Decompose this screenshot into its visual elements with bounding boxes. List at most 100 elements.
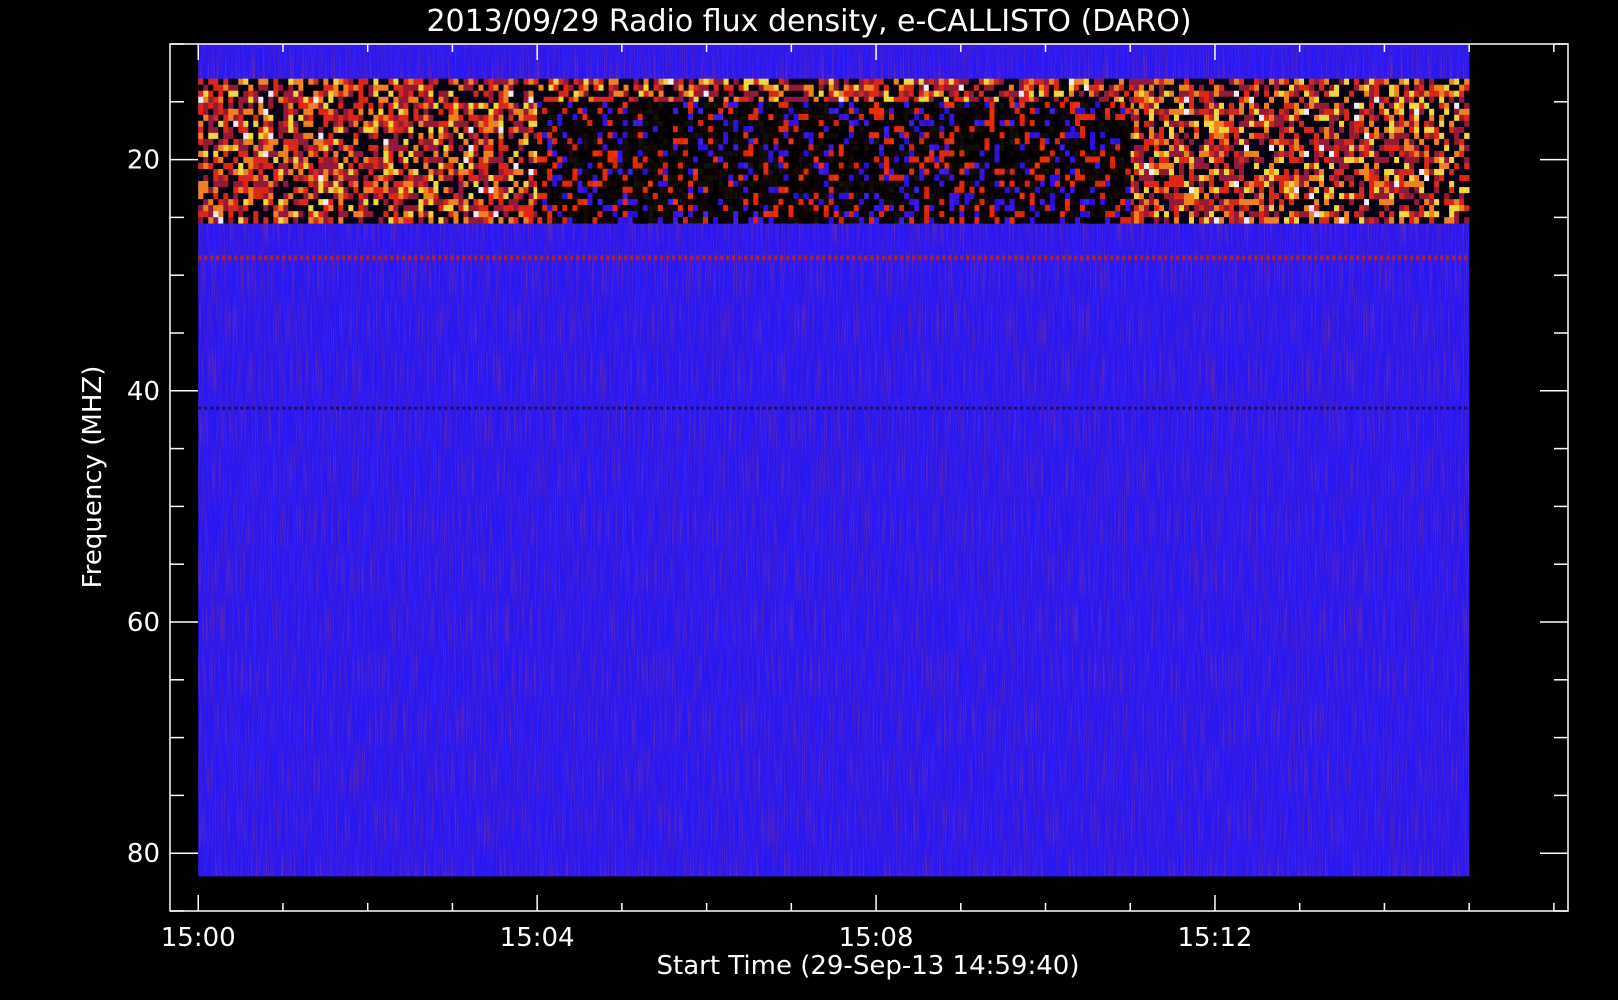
heatmap-cell: [228, 168, 234, 176]
heatmap-cell: [208, 156, 214, 164]
heatmap-cell: [453, 114, 459, 122]
heatmap-cell: [348, 84, 354, 92]
heatmap-cell: [1193, 114, 1200, 122]
heatmap-cell: [513, 181, 519, 188]
heatmap-cell: [203, 168, 209, 176]
heatmap-cell: [283, 217, 289, 224]
heatmap-cell: [248, 108, 254, 116]
heatmap-cell: [1163, 205, 1170, 212]
heatmap-cell: [728, 90, 735, 98]
heatmap-cell: [258, 211, 264, 218]
heatmap-cell: [293, 126, 299, 134]
heatmap-cell: [203, 205, 209, 212]
heatmap-cell: [313, 126, 319, 134]
heatmap-cell: [723, 84, 730, 92]
heatmap-cell: [1178, 84, 1185, 92]
heatmap-cell: [1218, 114, 1225, 122]
heatmap-cell: [1183, 175, 1190, 182]
heatmap-cell: [268, 205, 274, 212]
heatmap-cell: [513, 144, 519, 152]
heatmap-cell: [408, 84, 414, 92]
heatmap-cell: [513, 150, 519, 158]
heatmap-cell: [1178, 199, 1185, 206]
heatmap-cell: [313, 193, 319, 200]
heatmap-cell: [488, 205, 494, 212]
heatmap-cell: [268, 132, 274, 140]
heatmap-cell: [1133, 162, 1140, 170]
heatmap-cell: [1193, 199, 1200, 206]
heatmap-cell: [308, 211, 314, 218]
heatmap-cell: [828, 90, 835, 98]
heatmap-cell: [1133, 102, 1140, 110]
heatmap-cell: [378, 168, 384, 176]
heatmap-cell: [513, 126, 519, 134]
heatmap-cell: [1188, 138, 1195, 146]
heatmap-cell: [318, 211, 324, 218]
heatmap-cell: [233, 168, 239, 176]
heatmap-cell: [1218, 150, 1225, 158]
heatmap-cell: [958, 90, 965, 98]
heatmap-cell: [613, 90, 619, 98]
heatmap-cell: [643, 90, 649, 98]
heatmap-cell: [273, 96, 279, 104]
heatmap-cell: [283, 181, 289, 188]
heatmap-cell: [293, 102, 299, 110]
heatmap-cell: [973, 90, 980, 98]
heatmap-cell: [393, 96, 399, 104]
heatmap-cell: [333, 96, 339, 104]
heatmap-cell: [673, 90, 679, 98]
heatmap-cell: [228, 144, 234, 152]
heatmap-cell: [358, 108, 364, 116]
heatmap-cell: [523, 114, 529, 122]
heatmap-cell: [1158, 138, 1165, 146]
heatmap-cell: [438, 102, 444, 110]
heatmap-cell: [468, 175, 474, 182]
heatmap-cell: [333, 126, 339, 134]
heatmap-cell: [1153, 181, 1160, 188]
heatmap-cell: [1133, 120, 1140, 128]
heatmap-cell: [793, 78, 800, 86]
heatmap-cell: [408, 114, 414, 122]
heatmap-cell: [368, 108, 374, 116]
heatmap-cell: [883, 78, 890, 86]
heatmap-cell: [468, 217, 474, 224]
heatmap-cell: [1163, 84, 1170, 92]
heatmap-cell: [393, 168, 399, 176]
heatmap-cell: [263, 205, 269, 212]
heatmap-cell: [1228, 114, 1235, 122]
heatmap-cell: [518, 78, 524, 86]
heatmap-cell: [363, 96, 369, 104]
heatmap-cell: [478, 211, 484, 218]
heatmap-cell: [458, 126, 464, 134]
heatmap-cell: [418, 181, 424, 188]
heatmap-cell: [1198, 102, 1205, 110]
heatmap-cell: [478, 78, 484, 86]
heatmap-cell: [203, 193, 209, 200]
heatmap-cell: [1218, 187, 1225, 194]
heatmap-cell: [288, 199, 294, 206]
heatmap-cell: [608, 90, 614, 98]
heatmap-cell: [1228, 96, 1235, 104]
heatmap-cell: [758, 84, 765, 92]
heatmap-cell: [493, 205, 499, 212]
heatmap-cell: [633, 90, 639, 98]
heatmap-cell: [1093, 84, 1100, 92]
heatmap-cell: [233, 78, 239, 86]
heatmap-cell: [408, 193, 414, 200]
heatmap-cell: [1223, 162, 1230, 170]
heatmap-cell: [408, 144, 414, 152]
heatmap-cell: [1138, 96, 1145, 104]
heatmap-cell: [443, 156, 449, 164]
heatmap-cell: [943, 78, 950, 86]
heatmap-cell: [248, 150, 254, 158]
heatmap-cell: [1228, 193, 1235, 200]
heatmap-cell: [223, 114, 229, 122]
heatmap-cell: [323, 217, 329, 224]
heatmap-cell: [1198, 126, 1205, 134]
heatmap-cell: [1203, 108, 1210, 116]
heatmap-cell: [628, 78, 634, 86]
heatmap-cell: [268, 187, 274, 194]
heatmap-cell: [258, 144, 264, 152]
heatmap-cell: [528, 114, 534, 122]
heatmap-cell: [873, 78, 880, 86]
